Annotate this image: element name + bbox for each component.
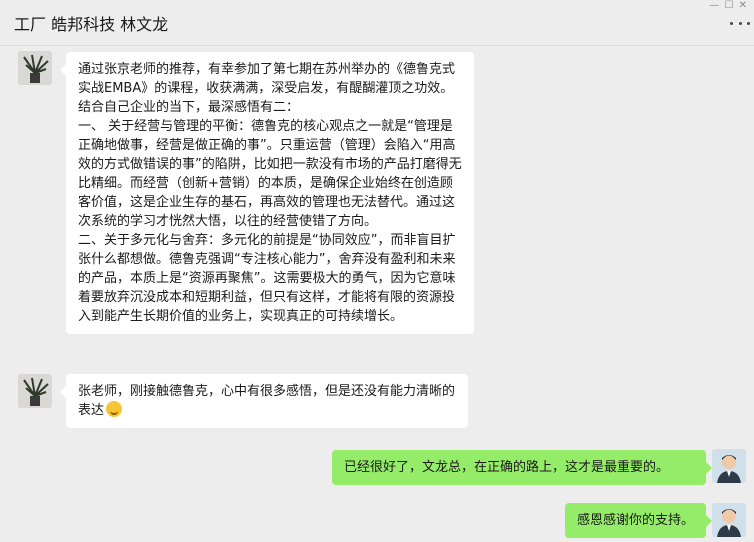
chat-title: 工厂 皓邦科技 林文龙	[14, 15, 169, 34]
message-bubble[interactable]: 感恩感谢你的支持。	[564, 503, 713, 538]
message-bubble[interactable]: 已经很好了，文龙总，在正确的路上，这才是最重要的。	[332, 450, 712, 485]
message-paragraph: 通过张京老师的推荐，有幸参加了第七期在苏州举办的《德鲁克式实战EMBA》的课程，…	[78, 62, 456, 115]
message-bubble[interactable]: 通过张京老师的推荐，有幸参加了第七期在苏州举办的《德鲁克式实战EMBA》的课程，…	[60, 52, 474, 334]
plant-avatar-icon	[18, 374, 52, 408]
chat-header: — ☐ ✕ 工厂 皓邦科技 林文龙	[0, 0, 754, 46]
message-text: 张老师，刚接触德鲁克，心中有很多感悟，但是还没有能力清晰的表达	[78, 384, 456, 418]
message-text: 感恩感谢你的支持。	[576, 513, 694, 528]
window-controls[interactable]: — ☐ ✕	[709, 0, 748, 11]
message-text: 已经很好了，文龙总，在正确的路上，这才是最重要的。	[344, 460, 670, 475]
grimace-emoji-icon	[106, 401, 123, 417]
plant-avatar-icon	[18, 51, 52, 85]
avatar[interactable]	[18, 51, 52, 85]
person-avatar-icon	[712, 449, 746, 483]
message-bubble[interactable]: 张老师，刚接触德鲁克，心中有很多感悟，但是还没有能力清晰的表达	[60, 374, 468, 428]
message-paragraph: 一、 关于经营与管理的平衡：德鲁克的核心观点之一就是“管理是正确地做事，经营是做…	[78, 119, 462, 229]
avatar[interactable]	[712, 503, 746, 537]
avatar[interactable]	[18, 374, 52, 408]
avatar[interactable]	[712, 449, 746, 483]
more-options-icon[interactable]	[730, 18, 750, 28]
message-paragraph: 二、关于多元化与舍弃：多元化的前提是“协同效应”，而非盲目扩张什么都想做。德鲁克…	[78, 233, 456, 324]
person-avatar-icon	[712, 503, 746, 537]
